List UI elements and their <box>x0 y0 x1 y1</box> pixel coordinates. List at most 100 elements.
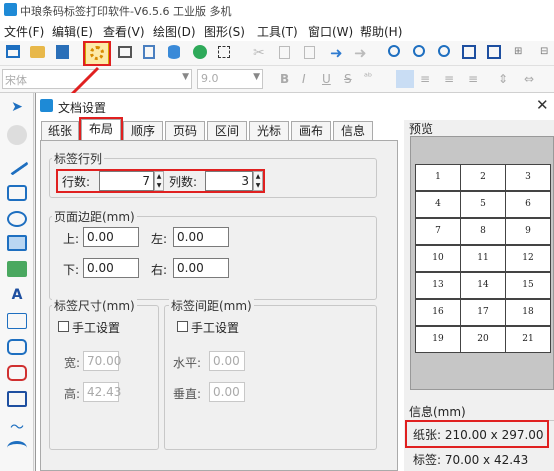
curve-tool-icon[interactable]: 〜 <box>7 417 27 437</box>
zoom-page-icon[interactable] <box>487 45 501 59</box>
preview-label-cell: 14 <box>460 272 506 299</box>
qrcode-tool-icon[interactable] <box>7 365 27 381</box>
cols-input[interactable]: 3 <box>205 171 253 191</box>
tab-canvas[interactable]: 画布 <box>291 121 331 141</box>
rows-stepper[interactable]: ▲ ▼ <box>154 171 164 191</box>
margin-left-input[interactable]: 0.00 <box>173 227 229 247</box>
justify-icon[interactable]: ≡ <box>468 72 478 86</box>
line-tool-icon[interactable] <box>5 154 29 176</box>
window-title: 中琅条码标签打印软件-V6.5.6 工业版 多机 <box>20 5 232 18</box>
label-spacing-manual-checkbox[interactable] <box>177 321 188 332</box>
margin-top-value: 0.00 <box>87 230 114 244</box>
superscript-icon[interactable]: ᵃᵇ <box>364 72 372 83</box>
menu-window[interactable]: 窗口(W) <box>308 23 353 40</box>
bold-icon[interactable]: B <box>280 72 289 86</box>
preview-page: 1 2 3 4 5 6 7 8 9 10 11 12 13 14 15 16 17 18 19 20 21 <box>410 136 554 390</box>
dialog-icon <box>40 99 53 112</box>
menu-view[interactable]: 查看(V) <box>103 23 145 40</box>
info-label-size: 标签: 70.00 x 42.43 <box>413 453 529 467</box>
margin-bottom-input[interactable]: 0.00 <box>83 258 139 278</box>
menu-shape[interactable]: 图形(S) <box>204 23 245 40</box>
margin-bottom-value: 0.00 <box>87 261 114 275</box>
menu-tools[interactable]: 工具(T) <box>257 23 298 40</box>
ellipse-tool-icon[interactable] <box>7 211 27 227</box>
char-spacing-icon[interactable]: ⇔ <box>524 72 534 86</box>
arc-tool-icon[interactable] <box>7 441 27 455</box>
app-logo-icon <box>4 3 17 16</box>
print-preview-icon[interactable] <box>143 45 155 59</box>
image-tool-icon[interactable] <box>7 235 27 251</box>
preview-label-cell: 20 <box>460 326 506 353</box>
preview-label-cell: 9 <box>505 218 551 245</box>
label-size-manual-checkbox[interactable] <box>58 321 69 332</box>
align-right-icon[interactable]: ≡ <box>444 72 454 86</box>
chevron-down-icon: ▼ <box>182 72 189 82</box>
label-spacing-title: 标签间距(mm) <box>169 297 254 314</box>
paragraph-tool-icon[interactable] <box>7 313 27 329</box>
zoom-in-icon[interactable] <box>388 45 400 57</box>
strikethrough-icon[interactable]: S <box>344 72 352 86</box>
label-height-input[interactable]: 42.43 <box>83 382 122 402</box>
label-height-value: 42.43 <box>87 385 122 399</box>
label-width-value: 70.00 <box>87 354 122 368</box>
label-width-input[interactable]: 70.00 <box>83 351 122 371</box>
title-bar: 中琅条码标签打印软件-V6.5.6 工业版 多机 <box>0 0 554 20</box>
redo-icon[interactable]: ➜ <box>354 44 372 62</box>
spacing-v-input[interactable]: 0.00 <box>209 382 245 402</box>
menu-help[interactable]: 帮助(H) <box>360 23 402 40</box>
preview-label-cell: 13 <box>415 272 461 299</box>
rows-value: 7 <box>142 174 150 188</box>
rotate-icon[interactable] <box>7 125 27 145</box>
tab-paper[interactable]: 纸张 <box>41 121 79 141</box>
zoom-out-icon[interactable] <box>413 45 425 57</box>
database-icon[interactable] <box>168 45 180 59</box>
copy-icon[interactable] <box>279 46 290 59</box>
align-tool-icon[interactable]: ⊞ <box>514 46 532 64</box>
zoom-fit-icon[interactable] <box>462 45 476 59</box>
open-folder-icon[interactable] <box>30 46 45 58</box>
preview-label-cell: 8 <box>460 218 506 245</box>
print-icon[interactable] <box>118 46 132 58</box>
grid-icon[interactable] <box>218 46 230 58</box>
paste-icon[interactable] <box>304 46 315 59</box>
cols-label: 列数: <box>169 175 198 189</box>
select-arrow-icon[interactable]: ➤ <box>7 99 27 119</box>
tab-page-number[interactable]: 页码 <box>165 121 205 141</box>
rectangle-tool-icon[interactable] <box>7 185 27 201</box>
close-icon[interactable]: ✕ <box>536 96 549 114</box>
save-icon[interactable] <box>56 45 69 59</box>
margin-right-input[interactable]: 0.00 <box>173 258 229 278</box>
cols-stepper[interactable]: ▲ ▼ <box>253 171 263 191</box>
tab-order[interactable]: 顺序 <box>123 121 163 141</box>
new-file-icon[interactable] <box>6 45 20 58</box>
menu-draw[interactable]: 绘图(D) <box>153 23 196 40</box>
undo-icon[interactable]: ➜ <box>330 44 348 62</box>
margin-top-input[interactable]: 0.00 <box>83 227 139 247</box>
line-spacing-icon[interactable]: ⇕ <box>498 72 508 86</box>
label-size-manual-label: 手工设置 <box>72 321 121 335</box>
text-tool-icon[interactable]: A <box>7 287 27 307</box>
zoom-actual-icon[interactable] <box>438 45 450 57</box>
spacing-h-input[interactable]: 0.00 <box>209 351 245 371</box>
tab-info[interactable]: 信息 <box>333 121 373 141</box>
preview-label-cell: 16 <box>415 299 461 326</box>
spacing-v-label: 垂直: <box>173 387 202 401</box>
underline-icon[interactable]: U <box>322 72 331 86</box>
rows-input[interactable]: 7 <box>99 171 154 191</box>
more-tool-icon[interactable]: ⊟ <box>540 46 554 64</box>
menu-edit[interactable]: 编辑(E) <box>52 23 93 40</box>
tab-range[interactable]: 区间 <box>207 121 247 141</box>
font-size-value: 9.0 <box>201 72 219 85</box>
tab-cursor[interactable]: 光标 <box>249 121 289 141</box>
menu-file[interactable]: 文件(F) <box>4 23 44 40</box>
italic-icon[interactable]: I <box>302 72 306 86</box>
data-source-icon[interactable] <box>193 45 207 59</box>
align-left-icon[interactable] <box>396 70 414 88</box>
align-center-icon[interactable]: ≡ <box>420 72 430 86</box>
chevron-down-icon: ▼ <box>253 72 260 82</box>
barcode-tool-icon[interactable] <box>7 339 27 355</box>
table-tool-icon[interactable] <box>7 391 27 407</box>
cut-icon[interactable]: ✂ <box>253 45 271 63</box>
font-size-select[interactable]: 9.0 ▼ <box>197 69 263 89</box>
picture-tool-icon[interactable] <box>7 261 27 277</box>
